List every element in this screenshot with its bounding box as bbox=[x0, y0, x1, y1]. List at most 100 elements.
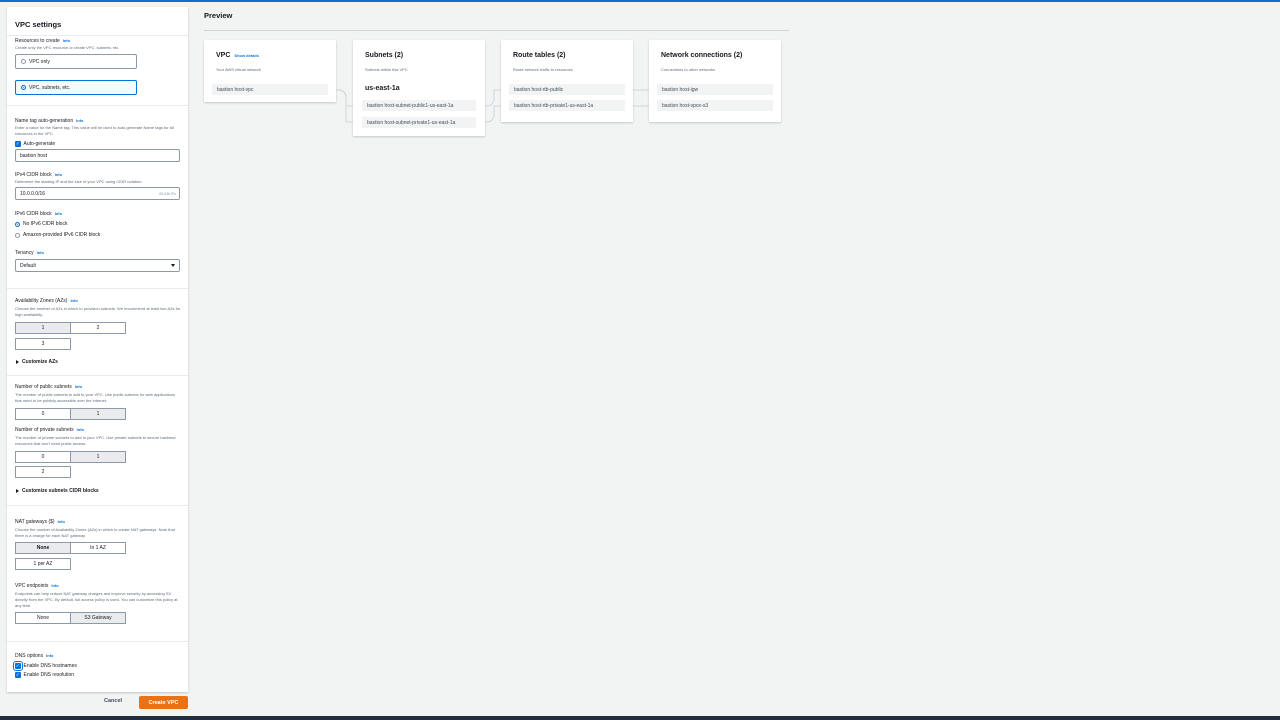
radio-selected-icon bbox=[15, 221, 20, 227]
top-accent-line bbox=[0, 0, 1280, 2]
azs-label: Availability Zones (AZs) Info bbox=[15, 298, 78, 304]
info-link[interactable]: Info bbox=[70, 298, 77, 303]
vpc-settings-panel: VPC settings Resources to create Info Cre… bbox=[7, 7, 188, 692]
endpoints-desc: Endpoints can help reduce NAT gateway ch… bbox=[15, 591, 178, 608]
public-subnets-option-0[interactable]: 0 bbox=[15, 408, 71, 420]
azs-selector-row2: 3 bbox=[15, 338, 71, 350]
divider bbox=[7, 105, 188, 106]
nat-option-none[interactable]: None bbox=[15, 542, 71, 554]
route-tables-card-title: Route tables (2) bbox=[513, 52, 566, 59]
nat-option-per-az[interactable]: 1 per AZ bbox=[15, 558, 71, 570]
private-subnets-option-2[interactable]: 2 bbox=[15, 466, 71, 478]
az-option-3[interactable]: 3 bbox=[15, 338, 71, 350]
info-link[interactable]: Info bbox=[75, 384, 82, 389]
azs-selector: 1 2 bbox=[15, 322, 126, 334]
caret-down-icon bbox=[171, 264, 175, 267]
preview-divider bbox=[204, 30, 789, 31]
nat-selector-row2: 1 per AZ bbox=[15, 558, 71, 570]
dns-resolution-checkbox[interactable]: ✓ Enable DNS resolution bbox=[15, 672, 74, 678]
info-link[interactable]: Info bbox=[77, 427, 84, 432]
nat-option-1az[interactable]: In 1 AZ bbox=[70, 542, 126, 554]
tenancy-select[interactable]: Default bbox=[15, 259, 180, 272]
private-subnets-selector: 0 1 bbox=[15, 451, 126, 463]
public-subnets-option-1[interactable]: 1 bbox=[70, 408, 126, 420]
private-subnets-selector-row2: 2 bbox=[15, 466, 71, 478]
subnet-private-item[interactable]: bastion host-subnet-private1-us-east-1a bbox=[362, 117, 476, 128]
customize-cidr-expander[interactable]: Customize subnets CIDR blocks bbox=[16, 488, 99, 494]
divider bbox=[7, 505, 188, 506]
caret-right-icon bbox=[16, 489, 19, 493]
tenancy-label: Tenancy Info bbox=[15, 250, 44, 256]
vpc-card-title: VPC Show details bbox=[216, 52, 259, 59]
create-vpc-button[interactable]: Create VPC bbox=[139, 696, 188, 709]
vpc-resource-item[interactable]: bastion host-vpc bbox=[212, 84, 328, 95]
rtb-public-item[interactable]: bastion host-rtb-public bbox=[509, 84, 625, 95]
vpce-s3-item[interactable]: bastion host-vpce-s3 bbox=[657, 100, 773, 111]
dns-label: DNS options Info bbox=[15, 653, 54, 659]
private-subnets-option-1[interactable]: 1 bbox=[70, 451, 126, 463]
ipv6-option-amazon[interactable]: Amazon-provided IPv6 CIDR block bbox=[15, 232, 100, 238]
resources-desc: Create only the VPC resource or create V… bbox=[15, 45, 120, 50]
route-tables-card-sub: Route network traffic to resources bbox=[513, 67, 573, 72]
info-link[interactable]: Info bbox=[37, 250, 44, 255]
endpoints-label: VPC endpoints Info bbox=[15, 583, 59, 589]
az-option-1[interactable]: 1 bbox=[15, 322, 71, 334]
nat-desc: Choose the number of Availability Zones … bbox=[15, 527, 175, 538]
nat-label: NAT gateways ($) Info bbox=[15, 519, 65, 525]
divider bbox=[7, 641, 188, 642]
checkmark-icon: ✓ bbox=[13, 661, 23, 671]
public-subnets-desc: The number of public subnets to add to y… bbox=[15, 392, 176, 403]
name-tag-desc: Enter a value for the Name tag. This val… bbox=[15, 125, 174, 136]
endpoints-option-none[interactable]: None bbox=[15, 612, 71, 624]
info-link[interactable]: Info bbox=[51, 583, 58, 588]
ipv6-option-none[interactable]: No IPv6 CIDR block bbox=[15, 221, 67, 227]
subnet-public-item[interactable]: bastion host-subnet-public1-us-east-1a bbox=[362, 100, 476, 111]
name-tag-label: Name tag auto-generation Info bbox=[15, 118, 84, 124]
az-option-2[interactable]: 2 bbox=[70, 322, 126, 334]
cancel-button[interactable]: Cancel bbox=[104, 698, 122, 704]
panel-title: VPC settings bbox=[15, 20, 62, 29]
show-details-link[interactable]: Show details bbox=[234, 53, 258, 58]
ipv4-label: IPv4 CIDR block Info bbox=[15, 172, 63, 178]
customize-azs-expander[interactable]: Customize AZs bbox=[16, 359, 58, 365]
network-card-sub: Connections to other networks bbox=[661, 67, 716, 72]
info-link[interactable]: Info bbox=[55, 172, 62, 177]
private-subnets-option-0[interactable]: 0 bbox=[15, 451, 71, 463]
ipv6-label: IPv6 CIDR block Info bbox=[15, 211, 63, 217]
private-subnets-desc: The number of private subnets to add to … bbox=[15, 435, 176, 446]
network-card-title: Network connections (2) bbox=[661, 52, 743, 59]
private-subnets-label: Number of private subnets Info bbox=[15, 427, 84, 433]
option-vpc-subnets[interactable]: VPC, subnets, etc. bbox=[15, 80, 137, 95]
dns-hostnames-checkbox[interactable]: ✓ Enable DNS hostnames bbox=[13, 661, 77, 671]
radio-icon bbox=[15, 232, 20, 238]
vpc-card-sub: Your AWS virtual network bbox=[216, 67, 261, 72]
info-link[interactable]: Info bbox=[46, 653, 53, 658]
divider bbox=[7, 375, 188, 376]
info-link[interactable]: Info bbox=[55, 211, 62, 216]
name-tag-input[interactable]: bastion host bbox=[15, 149, 180, 162]
ipv4-hint: 65,536 IPs bbox=[159, 191, 176, 196]
endpoints-option-s3[interactable]: S3 Gateway bbox=[70, 612, 126, 624]
public-subnets-selector: 0 1 bbox=[15, 408, 126, 420]
resources-label: Resources to create Info bbox=[15, 38, 71, 44]
subnets-card-title: Subnets (2) bbox=[365, 52, 404, 59]
preview-title: Preview bbox=[204, 11, 233, 20]
info-link[interactable]: Info bbox=[58, 519, 65, 524]
divider bbox=[7, 35, 188, 36]
rtb-private-item[interactable]: bastion host-rtb-private1-us-east-1a bbox=[509, 100, 625, 111]
radio-icon bbox=[21, 59, 26, 64]
auto-generate-checkbox[interactable]: ✓ Auto-generate bbox=[15, 141, 55, 147]
connector-lines bbox=[328, 89, 657, 123]
ipv4-cidr-input[interactable]: 10.0.0.0/16 65,536 IPs bbox=[15, 187, 180, 200]
nat-selector: None In 1 AZ bbox=[15, 542, 126, 554]
checkmark-icon: ✓ bbox=[15, 141, 21, 147]
public-subnets-label: Number of public subnets Info bbox=[15, 384, 83, 390]
info-link[interactable]: Info bbox=[63, 38, 70, 43]
igw-item[interactable]: bastion host-igw bbox=[657, 84, 773, 95]
radio-selected-icon bbox=[21, 85, 26, 90]
bottom-bar bbox=[0, 716, 1280, 720]
divider bbox=[7, 288, 188, 289]
subnets-card-sub: Subnets within this VPC bbox=[365, 67, 408, 72]
info-link[interactable]: Info bbox=[76, 118, 83, 123]
option-vpc-only[interactable]: VPC only bbox=[15, 54, 137, 69]
